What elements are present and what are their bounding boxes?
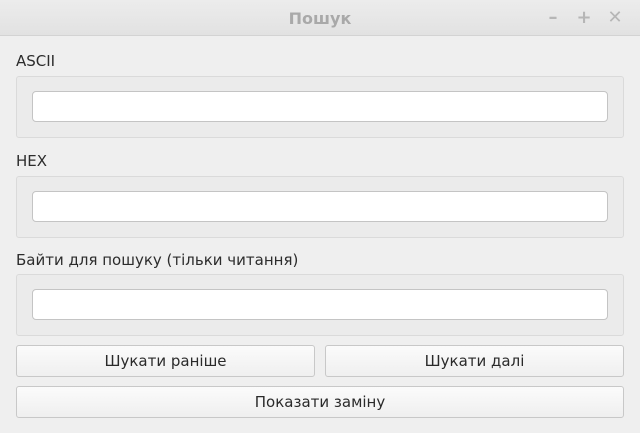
title-bar[interactable]: Пошук – + ✕ bbox=[0, 0, 640, 36]
minimize-button[interactable]: – bbox=[542, 6, 564, 30]
bytes-input[interactable] bbox=[32, 289, 608, 320]
bytes-group bbox=[16, 274, 624, 336]
show-replace-button[interactable]: Показати заміну bbox=[16, 386, 624, 418]
ascii-input[interactable] bbox=[32, 91, 608, 122]
search-dialog: Пошук – + ✕ ASCII HEX Байти для пошуку (… bbox=[0, 0, 640, 433]
hex-input[interactable] bbox=[32, 191, 608, 222]
ascii-label: ASCII bbox=[16, 52, 56, 70]
find-previous-button[interactable]: Шукати раніше bbox=[16, 345, 315, 377]
ascii-group bbox=[16, 76, 624, 138]
find-next-button[interactable]: Шукати далі bbox=[325, 345, 624, 377]
hex-group bbox=[16, 176, 624, 238]
maximize-button[interactable]: + bbox=[573, 6, 595, 30]
bytes-label: Байти для пошуку (тільки читання) bbox=[16, 251, 299, 269]
close-button[interactable]: ✕ bbox=[604, 6, 626, 30]
hex-label: HEX bbox=[16, 152, 48, 170]
